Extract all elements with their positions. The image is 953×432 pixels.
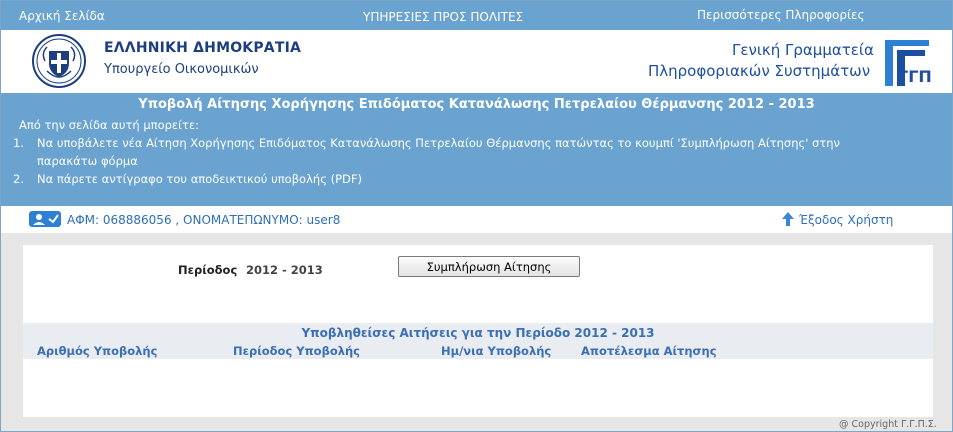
info-panel: Υποβολή Αίτησης Χορήγησης Επιδόματος Κατ… <box>1 93 952 206</box>
gsis-logo-text: ΓΓΠΣ <box>898 67 933 86</box>
page-title: Υποβολή Αίτησης Χορήγησης Επιδόματος Κατ… <box>138 97 815 112</box>
instruction-1-continued: παρακάτω φόρμα <box>37 154 138 168</box>
logout-arrow-icon[interactable] <box>781 211 795 227</box>
gsis-name-line1: Γενική Γραμματεία <box>732 41 874 59</box>
period-value: 2012 - 2013 <box>246 263 323 277</box>
column-header-submission-number: Αριθμός Υποβολής <box>37 344 158 358</box>
user-card-icon <box>29 211 61 227</box>
submissions-table-header: Υποβληθείσες Αιτήσεις για την Περίοδο 20… <box>23 323 933 359</box>
instruction-1: 1. Να υποβάλετε νέα Αίτηση Χορήγησης Επιδ… <box>13 136 840 150</box>
submissions-title: Υποβληθείσες Αιτήσεις για την Περίοδο 20… <box>301 326 655 340</box>
more-info-link[interactable]: Περισσότερες Πληροφορίες <box>697 8 865 22</box>
site-header: ΕΛΛΗΝΙΚΗ ΔΗΜΟΚΡΑΤΙΑ Υπουργείο Οικονομικώ… <box>1 30 952 93</box>
logout-link[interactable]: Έξοδος Χρήστη <box>799 213 893 227</box>
fill-application-button[interactable]: Συμπλήρωση Αίτησης <box>398 256 580 277</box>
column-header-submission-date: Ημ/νια Υποβολής <box>441 344 552 358</box>
ministry-name: Υπουργείο Οικονομικών <box>104 62 259 77</box>
instruction-2: 2. Να πάρετε αντίγραφο του αποδεικτικού υ… <box>13 172 362 186</box>
services-heading: ΥΠΗΡΕΣΙΕΣ ΠΡΟΣ ΠΟΛΙΤΕΣ <box>363 10 524 24</box>
instruction-2-number: 2. <box>13 172 24 186</box>
top-nav-bar: Αρχική Σελίδα ΥΠΗΡΕΣΙΕΣ ΠΡΟΣ ΠΟΛΙΤΕΣ Περ… <box>1 1 952 30</box>
copyright-text: @ Copyright Γ.Γ.Π.Σ. <box>839 419 937 430</box>
instruction-1-number: 1. <box>13 136 24 150</box>
republic-title: ΕΛΛΗΝΙΚΗ ΔΗΜΟΚΡΑΤΙΑ <box>104 40 302 56</box>
user-info: ΑΦΜ: 068886056 , ΟΝΟΜΑΤΕΠΩΝΥΜΟ: user8 <box>67 213 341 227</box>
column-header-submission-period: Περίοδος Υποβολής <box>233 344 360 358</box>
user-bar: ΑΦΜ: 068886056 , ΟΝΟΜΑΤΕΠΩΝΥΜΟ: user8 Έξ… <box>1 206 952 233</box>
gsis-logo-icon: ΓΓΠΣ <box>885 40 933 86</box>
instruction-2-text: Να πάρετε αντίγραφο του αποδεικτικού υπο… <box>37 172 362 186</box>
intro-text: Από την σελίδα αυτή μπορείτε: <box>19 118 200 132</box>
gsis-name-line2: Πληροφοριακών Συστημάτων <box>648 62 871 80</box>
home-link[interactable]: Αρχική Σελίδα <box>19 9 105 23</box>
column-header-application-result: Αποτέλεσμα Αίτησης <box>581 344 717 358</box>
main-content: Περίοδος 2012 - 2013 Συμπλήρωση Αίτησης … <box>23 245 933 417</box>
period-label: Περίοδος <box>178 263 238 277</box>
app-window: Αρχική Σελίδα ΥΠΗΡΕΣΙΕΣ ΠΡΟΣ ΠΟΛΙΤΕΣ Περ… <box>0 0 953 432</box>
greek-coat-of-arms-icon <box>32 34 86 88</box>
instruction-1-text: Να υποβάλετε νέα Αίτηση Χορήγησης Επιδόμ… <box>37 136 840 150</box>
